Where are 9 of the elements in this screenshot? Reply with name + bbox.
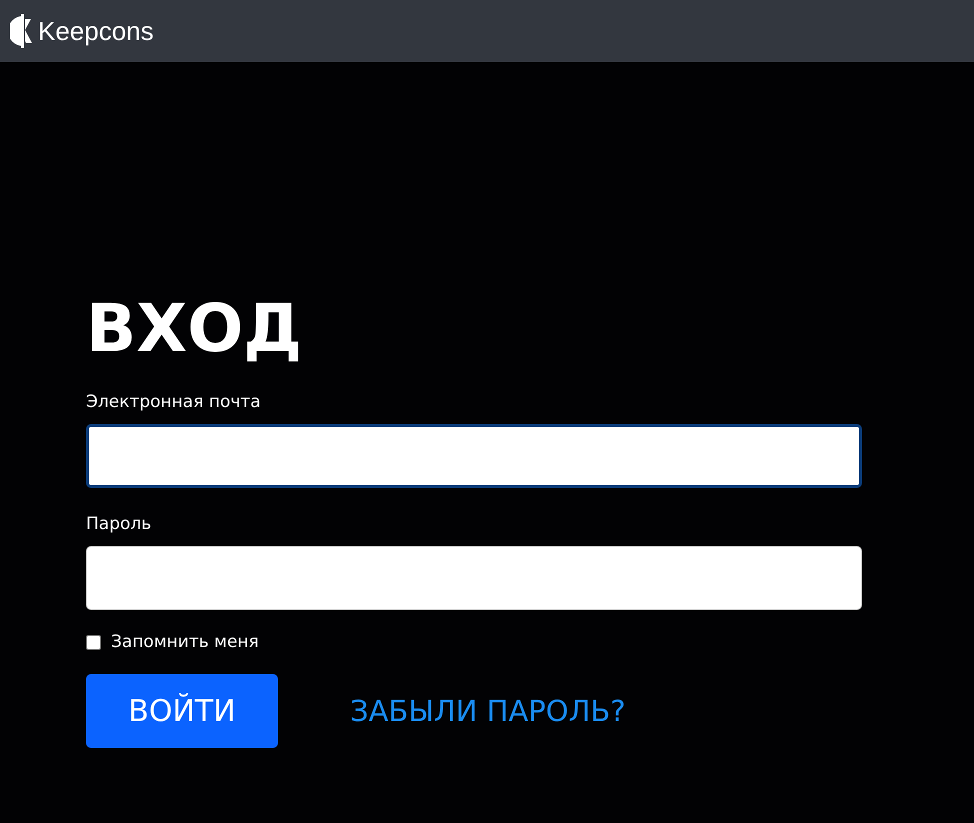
field-label: Пароль — [86, 514, 152, 534]
forgot-password-link[interactable]: ЗАБЫЛИ ПАРОЛЬ? — [350, 694, 626, 728]
page-title: ВХОД — [86, 289, 304, 369]
remember-checkbox[interactable] — [86, 634, 101, 650]
input-field[interactable] — [86, 424, 862, 488]
checkbox-label: Запомнить меня — [111, 632, 259, 652]
logo-text: Keepcons — [38, 16, 154, 46]
login-button[interactable]: ВОЙТИ — [86, 674, 278, 748]
field-label: Электронная почта — [86, 392, 261, 412]
